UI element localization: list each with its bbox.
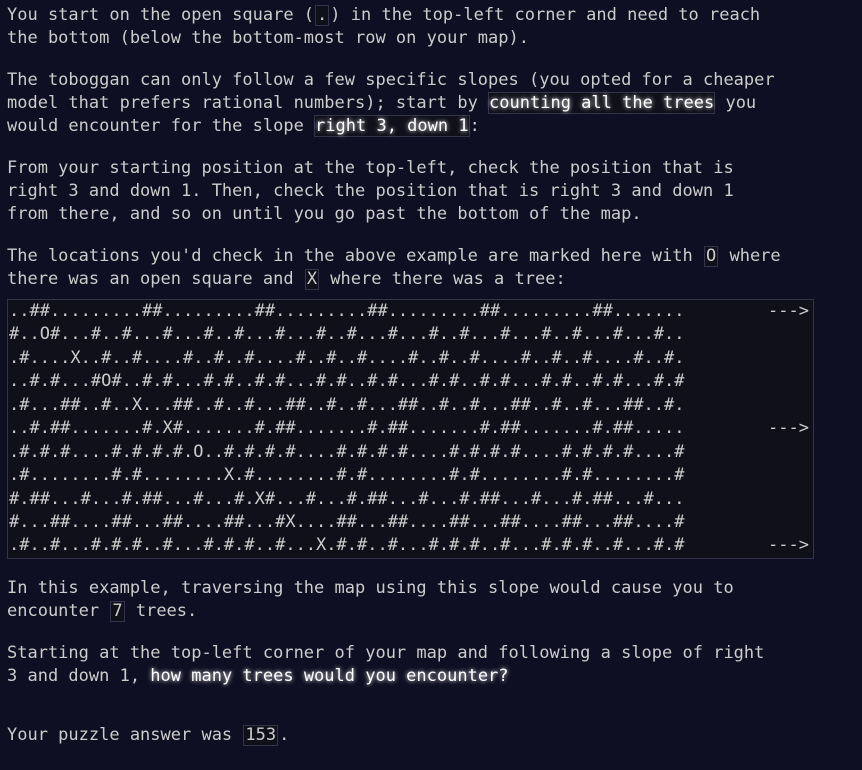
text: . xyxy=(279,724,290,745)
paragraph-positions: From your starting position at the top-l… xyxy=(7,157,862,226)
map-row-text: .#..#...#.#.#..#...#.#.#..#...X.#.#..#..… xyxy=(9,535,685,556)
map-row-text: .#.#.#....#.#.#.#.O..#.#.#.#....#.#.#.#.… xyxy=(9,441,685,462)
text: right 3 and down 1. Then, check the posi… xyxy=(7,181,734,201)
emphasis-question: how many trees would you encounter? xyxy=(150,665,509,686)
text: the bottom (below the bottom-most row on… xyxy=(7,28,529,48)
text: would encounter for the slope xyxy=(7,116,315,136)
map-row: .#........#.#........X.#........#.#.....… xyxy=(8,464,813,487)
answer-label: Your puzzle answer was xyxy=(7,724,243,745)
text: trees. xyxy=(125,600,198,621)
map-row-text: .#...##..#..X...##..#..#...##..#..#...##… xyxy=(9,394,685,415)
text: encounter xyxy=(7,600,110,621)
map-row: .#.#.#....#.#.#.#.O..#.#.#.#....#.#.#.#.… xyxy=(8,441,813,464)
puzzle-answer: Your puzzle answer was 153. xyxy=(7,724,862,747)
text: From your starting position at the top-l… xyxy=(7,158,734,178)
map-row: .#....X..#..#....#..#..#....#..#..#....#… xyxy=(8,347,813,370)
text: there was an open square and xyxy=(7,269,304,289)
map-row-text: #..O#...#..#...#...#..#...#...#..#...#..… xyxy=(9,324,685,345)
open-square-code: . xyxy=(315,5,330,26)
paragraph-example-result: In this example, traversing the map usin… xyxy=(7,577,862,623)
paragraph-question: Starting at the top-left corner of your … xyxy=(7,642,862,688)
text: where xyxy=(719,246,781,266)
map-row-text: #.##...#...#.##...#...#.X#...#...#.##...… xyxy=(9,488,685,509)
map-row: #..O#...#..#...#...#..#...#...#..#...#..… xyxy=(8,323,813,346)
map-row-text: #...##....##...##....##...#X....##...##.… xyxy=(9,511,685,532)
text: from there, and so on until you go past … xyxy=(7,204,642,224)
puzzle-description: You start on the open square (.) in the … xyxy=(0,0,862,747)
map-row-text: .#....X..#..#....#..#..#....#..#..#....#… xyxy=(9,347,685,368)
map-row: #.##...#...#.##...#...#.X#...#...#.##...… xyxy=(8,488,813,511)
map-row-text: .#........#.#........X.#........#.#.....… xyxy=(9,465,685,486)
open-marker-code: O xyxy=(703,246,719,267)
emphasis-counting-trees: counting all the trees xyxy=(488,92,716,114)
text: : xyxy=(469,116,480,136)
map-row: ..#.##.......#.X#.......#.##.......#.##.… xyxy=(8,417,813,440)
text: Starting at the top-left corner of your … xyxy=(7,642,765,663)
map-row: ..#.#...#O#..#.#...#.#..#.#...#.#..#.#..… xyxy=(8,370,813,393)
text: where there was a tree: xyxy=(320,269,566,289)
map-row: .#...##..#..X...##..#..#...##..#..#...##… xyxy=(8,394,813,417)
map-row-text: ..#.##.......#.X#.......#.##.......#.##.… xyxy=(9,418,685,439)
example-map: ..##.........##.........##.........##...… xyxy=(7,299,814,559)
map-row: ..##.........##.........##.........##...… xyxy=(8,300,813,323)
text: The locations you'd check in the above e… xyxy=(7,246,703,266)
text: In this example, traversing the map usin… xyxy=(7,577,734,598)
map-row-text: ..#.#...#O#..#.#...#.#..#.#...#.#..#.#..… xyxy=(9,371,685,392)
text: you xyxy=(715,93,757,113)
text: model that prefers rational numbers); st… xyxy=(7,93,489,113)
example-count-code: 7 xyxy=(110,600,125,622)
map-row: #...##....##...##....##...#X....##...##.… xyxy=(8,511,813,534)
text: You start on the open square ( xyxy=(7,5,315,25)
answer-value: 153 xyxy=(243,724,279,746)
emphasis-slope: right 3, down 1 xyxy=(314,115,470,137)
text: 3 and down 1, xyxy=(7,665,151,686)
map-row: .#..#...#.#.#..#...#.#.#..#...X.#.#..#..… xyxy=(8,534,813,557)
paragraph-slopes: The toboggan can only follow a few speci… xyxy=(7,69,862,138)
map-arrow: ---> xyxy=(768,418,809,439)
text: The toboggan can only follow a few speci… xyxy=(7,70,775,90)
paragraph-start: You start on the open square (.) in the … xyxy=(7,4,862,50)
map-arrow: ---> xyxy=(768,301,809,321)
text: ) in the top-left corner and need to rea… xyxy=(330,5,761,25)
map-row-text: ..##.........##.........##.........##...… xyxy=(9,301,685,321)
paragraph-locations: The locations you'd check in the above e… xyxy=(7,245,862,291)
tree-marker-code: X xyxy=(304,269,320,290)
map-arrow: ---> xyxy=(768,535,809,556)
